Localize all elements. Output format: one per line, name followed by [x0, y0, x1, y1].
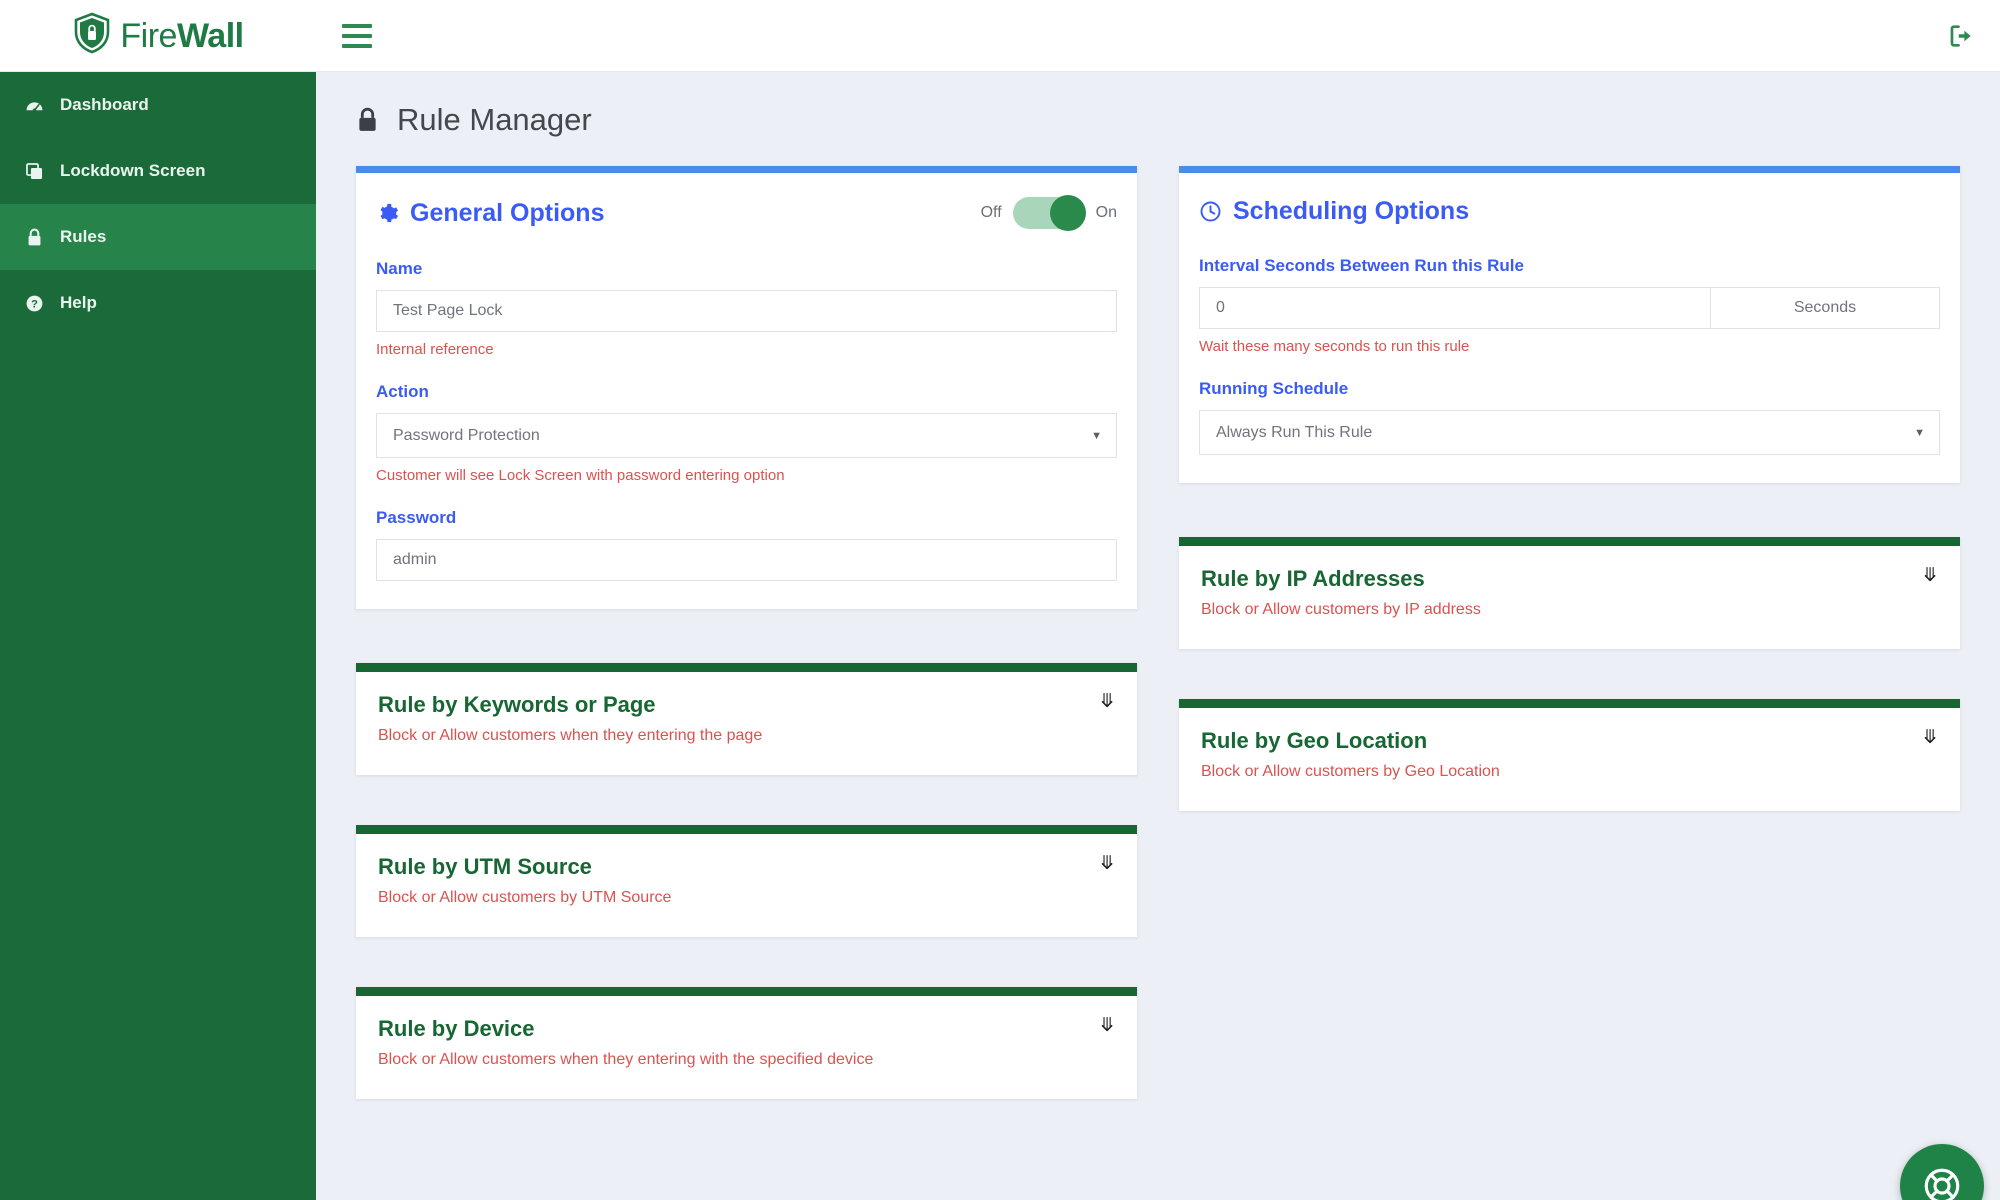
general-options-card: General Options Off On Name Test Page Lo…	[356, 166, 1137, 609]
clone-icon	[22, 162, 46, 181]
clock-icon	[1199, 200, 1222, 223]
chevron-down-icon: ▼	[1914, 426, 1925, 439]
hamburger-menu-icon[interactable]	[342, 21, 376, 51]
interval-help-text: Wait these many seconds to run this rule	[1199, 338, 1470, 355]
chevron-down-icon[interactable]: ⤋	[1099, 853, 1115, 875]
sidebar-item-label: Dashboard	[60, 95, 149, 114]
sidebar-item-label: Help	[60, 293, 97, 312]
main-content: Rule Manager General Options Off On Name…	[316, 72, 2000, 1200]
chevron-down-icon[interactable]: ⤋	[1922, 727, 1938, 749]
accordion-description: Block or Allow customers by IP address	[1201, 601, 1481, 618]
sidebar-item-help[interactable]: ? Help	[0, 270, 316, 336]
shield-lock-icon	[72, 12, 112, 59]
name-input[interactable]	[376, 290, 1117, 332]
accordion-rule-by-keywords-or-page[interactable]: Rule by Keywords or Page ⤋ Block or Allo…	[356, 663, 1137, 775]
support-chat-icon	[1921, 1165, 1963, 1200]
password-field-group: Password	[376, 508, 1117, 581]
left-column: General Options Off On Name Test Page Lo…	[356, 166, 1137, 1149]
accordion-description: Block or Allow customers by UTM Source	[378, 889, 672, 906]
chevron-down-icon[interactable]: ⤋	[1099, 691, 1115, 713]
action-help-text: Customer will see Lock Screen with passw…	[376, 467, 785, 484]
password-label: Password	[376, 508, 457, 527]
brand-name-bold: Wall	[176, 16, 244, 55]
sidebar: Dashboard Lockdown Screen Rules ? Help	[0, 72, 316, 1200]
lock-icon	[22, 228, 46, 247]
accordion-rule-by-ip-addresses[interactable]: Rule by IP Addresses ⤋ Block or Allow cu…	[1179, 537, 1960, 649]
accordion-rule-by-geo-location[interactable]: Rule by Geo Location ⤋ Block or Allow cu…	[1179, 699, 1960, 811]
interval-label: Interval Seconds Between Run this Rule	[1199, 256, 1524, 275]
content-columns: General Options Off On Name Test Page Lo…	[316, 138, 2000, 1149]
general-options-title-group: General Options	[376, 199, 604, 228]
name-label: Name	[376, 259, 423, 278]
interval-unit-addon: Seconds	[1710, 287, 1940, 329]
action-field-group: Action Password Protection ▼ Customer wi…	[376, 382, 1117, 484]
svg-text:?: ?	[31, 298, 38, 310]
sidebar-item-label: Rules	[60, 227, 107, 246]
running-schedule-select[interactable]: Always Run This Rule ▼	[1199, 410, 1940, 455]
chevron-down-icon[interactable]: ⤋	[1922, 565, 1938, 587]
page-title: Rule Manager	[397, 102, 592, 137]
sidebar-item-dashboard[interactable]: Dashboard	[0, 72, 316, 138]
top-bar: FireWall	[0, 0, 2000, 72]
running-schedule-field-group: Running Schedule Always Run This Rule ▼	[1199, 379, 1940, 455]
accordion-rule-by-utm-source[interactable]: Rule by UTM Source ⤋ Block or Allow cust…	[356, 825, 1137, 937]
toggle-on-label: On	[1095, 204, 1117, 221]
brand-logo[interactable]: FireWall	[0, 0, 316, 72]
sidebar-item-rules[interactable]: Rules	[0, 204, 316, 270]
toggle-off-label: Off	[980, 204, 1002, 221]
accordion-title: Rule by Geo Location	[1201, 728, 1428, 753]
running-schedule-select-value: Always Run This Rule	[1216, 423, 1373, 441]
accordion-title: Rule by Device	[378, 1016, 535, 1041]
action-select-value: Password Protection	[393, 426, 540, 444]
rule-enable-toggle-group[interactable]: Off On	[980, 195, 1117, 231]
interval-field-group: Interval Seconds Between Run this Rule S…	[1199, 256, 1940, 355]
action-label: Action	[376, 382, 429, 401]
interval-input-group: Seconds	[1199, 287, 1940, 329]
toggle-knob	[1049, 195, 1086, 231]
accordion-title: Rule by UTM Source	[378, 854, 592, 879]
scheduling-options-card: Scheduling Options Interval Seconds Betw…	[1179, 166, 1960, 483]
running-schedule-label: Running Schedule	[1199, 379, 1349, 398]
lock-icon	[356, 107, 379, 133]
question-circle-icon: ?	[22, 294, 46, 313]
action-select[interactable]: Password Protection ▼	[376, 413, 1117, 458]
hamburger-bar	[342, 43, 372, 48]
right-column: Scheduling Options Interval Seconds Betw…	[1179, 166, 1960, 1149]
hamburger-bar	[342, 33, 372, 38]
accordion-description: Block or Allow customers when they enter…	[378, 727, 763, 744]
general-options-title: General Options	[410, 198, 605, 227]
accordion-description: Block or Allow customers when they enter…	[378, 1051, 874, 1068]
scheduling-options-title: Scheduling Options	[1233, 197, 1470, 225]
name-help-text: Internal reference	[376, 341, 494, 358]
interval-seconds-input[interactable]	[1199, 287, 1710, 329]
scheduling-options-title-group: Scheduling Options	[1199, 197, 1469, 226]
accordion-rule-by-device[interactable]: Rule by Device ⤋ Block or Allow customer…	[356, 987, 1137, 1099]
scheduling-options-header: Scheduling Options	[1199, 197, 1940, 226]
brand-name-light: Fire	[120, 16, 177, 55]
logout-icon[interactable]	[1948, 22, 1976, 50]
general-options-header: General Options Off On	[376, 195, 1117, 231]
accordion-title: Rule by IP Addresses	[1201, 566, 1425, 591]
hamburger-bar	[342, 23, 372, 28]
page-header: Rule Manager	[316, 72, 2000, 138]
tachometer-icon	[22, 96, 46, 115]
password-input[interactable]	[376, 539, 1117, 581]
name-field-group: Name Internal reference	[376, 259, 1117, 358]
chevron-down-icon[interactable]: ⤋	[1099, 1015, 1115, 1037]
rule-enable-toggle[interactable]	[1012, 195, 1086, 231]
sidebar-item-lockdown-screen[interactable]: Lockdown Screen	[0, 138, 316, 204]
sidebar-item-label: Lockdown Screen	[60, 161, 206, 180]
brand-name: FireWall	[120, 16, 244, 55]
support-chat-button[interactable]	[1900, 1144, 1984, 1200]
accordion-title: Rule by Keywords or Page	[378, 692, 656, 717]
gear-icon	[376, 202, 399, 225]
accordion-description: Block or Allow customers by Geo Location	[1201, 763, 1500, 780]
chevron-down-icon: ▼	[1091, 429, 1102, 442]
